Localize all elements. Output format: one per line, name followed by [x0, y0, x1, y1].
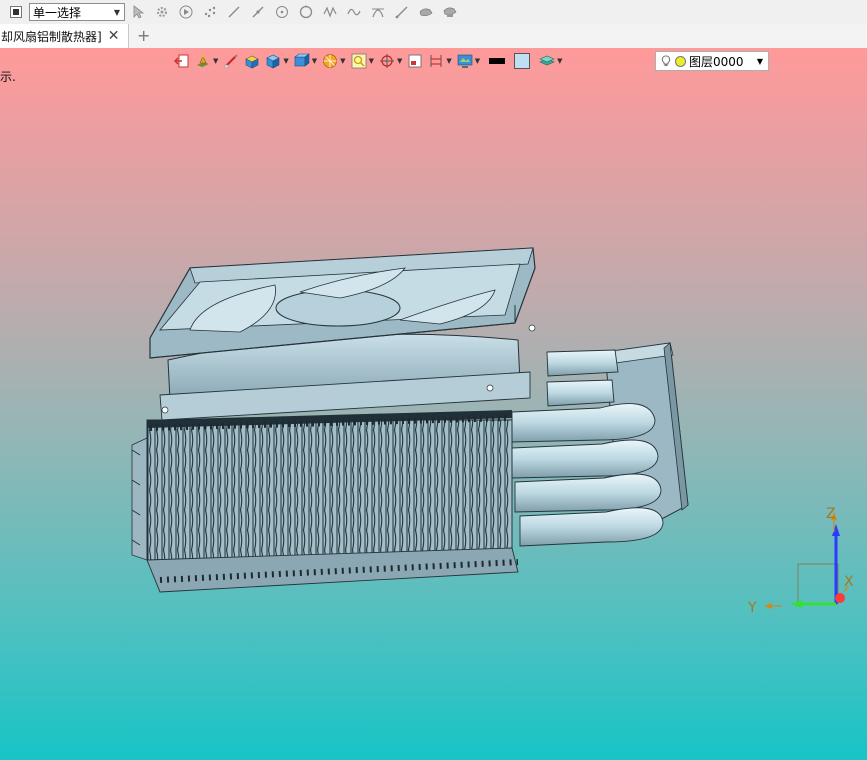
spline-icon[interactable]: [345, 3, 363, 21]
document-tab-strip: 却风扇铝制散热器] ✕ +: [0, 24, 867, 49]
points-icon[interactable]: [201, 3, 219, 21]
selection-toolbar: 单一选择 ▼: [0, 0, 867, 25]
select-gear-icon[interactable]: [153, 3, 171, 21]
part-icon[interactable]: [417, 3, 435, 21]
selection-filter-value: 单一选择: [33, 5, 82, 20]
assembly-icon[interactable]: [441, 3, 459, 21]
arc-icon[interactable]: [369, 3, 387, 21]
fin-stack: [131, 410, 519, 593]
play-icon[interactable]: [177, 3, 195, 21]
close-icon[interactable]: ✕: [108, 28, 120, 44]
curve-icon[interactable]: [321, 3, 339, 21]
toolbar-toggle-icon[interactable]: [10, 6, 22, 18]
selection-filter-dropdown[interactable]: 单一选择 ▼: [29, 3, 125, 21]
axis-label-x: X: [844, 574, 854, 590]
edge-icon[interactable]: [249, 3, 267, 21]
chevron-down-icon: ▼: [113, 7, 120, 17]
document-tab-title: 却风扇铝制散热器]: [1, 29, 102, 44]
document-tab[interactable]: 却风扇铝制散热器] ✕: [0, 24, 129, 48]
select-arrow-icon[interactable]: [129, 3, 147, 21]
graphics-viewport[interactable]: 示. ▼ ▼ ▼ ▼ ▼ ▼ ▼ ▼ ▼ 图层0000 ▼ Z X Y: [0, 48, 867, 760]
pick-icon[interactable]: [393, 3, 411, 21]
axis-label-z: Z: [826, 506, 836, 522]
axis-triad: Z X Y: [747, 506, 854, 616]
cooling-fan: [149, 247, 536, 421]
heatsink-model[interactable]: [0, 48, 867, 760]
selection-tools: [129, 3, 465, 21]
axis-label-y: Y: [747, 600, 757, 616]
circle-icon[interactable]: [297, 3, 315, 21]
circle-point-icon[interactable]: [273, 3, 291, 21]
line-icon[interactable]: [225, 3, 243, 21]
add-tab-button[interactable]: +: [137, 26, 150, 45]
cad-app-window: 单一选择 ▼ 却风扇铝制散热器] ✕ + 示. ▼ ▼ ▼ ▼ ▼ ▼ ▼ ▼ …: [0, 0, 867, 760]
